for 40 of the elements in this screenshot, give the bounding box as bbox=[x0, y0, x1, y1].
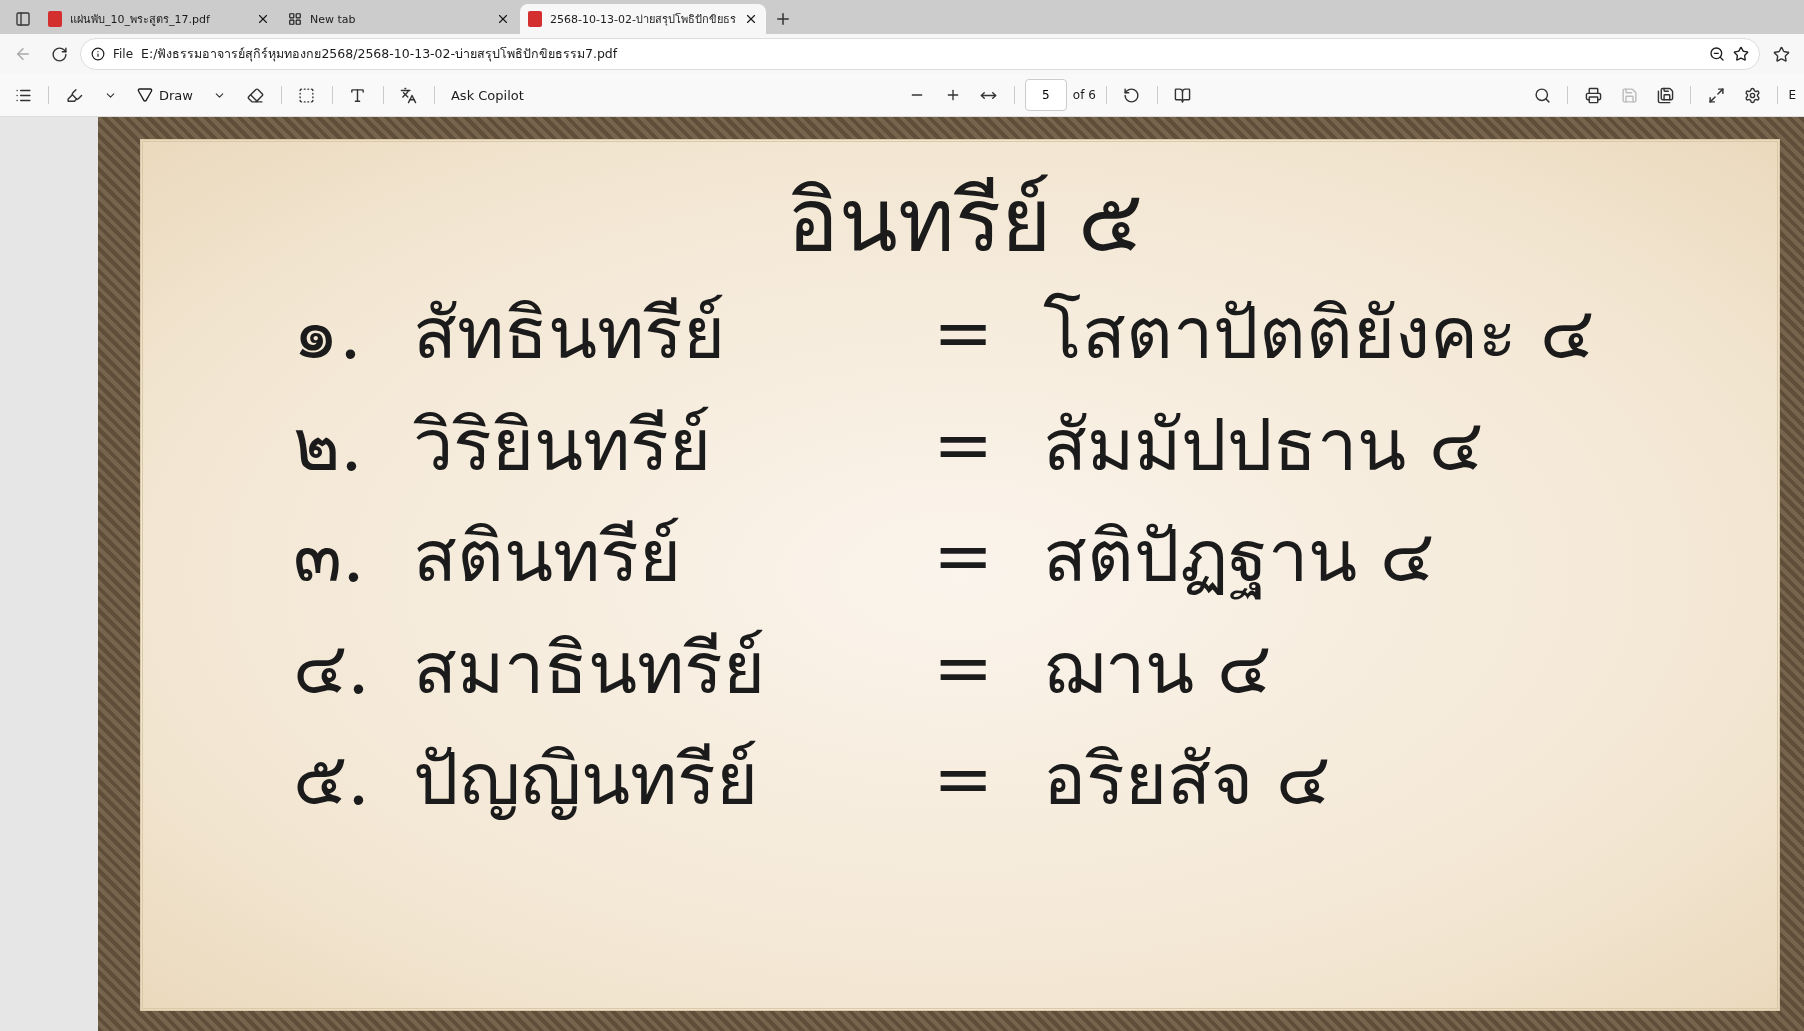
equals-sign: = bbox=[933, 290, 995, 378]
item-term: ปัญญินทรีย์ bbox=[413, 736, 759, 824]
page-number-field[interactable]: 5 bbox=[1024, 79, 1067, 111]
new-tab-icon bbox=[288, 12, 302, 26]
pdf-file-icon bbox=[48, 11, 62, 27]
browser-tab[interactable]: New tab bbox=[280, 4, 518, 34]
browser-tab[interactable]: 2568-10-13-02-บ่ายสรุปโพธิปักขิยธร bbox=[520, 4, 766, 34]
cut-off-text: E bbox=[1788, 88, 1796, 102]
star-icon[interactable] bbox=[1733, 46, 1749, 62]
zoom-out-icon[interactable] bbox=[1709, 46, 1725, 62]
ask-copilot-button[interactable]: Ask Copilot bbox=[444, 83, 530, 107]
item-meaning: สัมมัปปธาน ๔ bbox=[1043, 401, 1484, 489]
item-term: สัทธินทรีย์ bbox=[413, 290, 726, 378]
equals-sign: = bbox=[933, 624, 995, 712]
item-number: ๕. bbox=[293, 736, 371, 824]
item-meaning: อริยสัจ ๔ bbox=[1043, 736, 1331, 824]
equals-sign: = bbox=[933, 513, 995, 601]
item-number: ๑. bbox=[293, 290, 363, 378]
item-term: สตินทรีย์ bbox=[413, 513, 682, 601]
info-icon[interactable] bbox=[91, 47, 105, 61]
item-meaning: ฌาน ๔ bbox=[1043, 624, 1272, 712]
pdf-file-icon bbox=[528, 11, 542, 27]
item-number: ๔. bbox=[293, 624, 371, 712]
equals-sign: = bbox=[933, 401, 995, 489]
scheme-label: File bbox=[113, 47, 134, 61]
item-number: ๓. bbox=[293, 513, 366, 601]
equals-sign: = bbox=[933, 736, 995, 824]
item-term: วิริยินทรีย์ bbox=[413, 401, 712, 489]
browser-tab[interactable]: แผ่นพับ_10_พระสูตร_17.pdf bbox=[40, 4, 278, 34]
item-term: สมาธินทรีย์ bbox=[413, 624, 766, 712]
address-field[interactable]: File E:/ฟังธรรมอาจารย์สุกิร์หุมทองกย2568/2568-10-13-02-บ่ายสรุปโพธิปักขิยธรรม7.pdf bbox=[80, 38, 1760, 70]
close-icon[interactable] bbox=[496, 12, 510, 26]
close-icon[interactable] bbox=[256, 12, 270, 26]
page-title: อินทรีย์ ๕ bbox=[785, 169, 1145, 272]
item-meaning: โสตาปัตติยังคะ ๔ bbox=[1043, 290, 1595, 378]
item-meaning: สติปัฏฐาน ๔ bbox=[1043, 513, 1435, 602]
draw-button[interactable]: Draw bbox=[131, 83, 199, 107]
item-number: ๒. bbox=[293, 401, 364, 489]
url-text: E:/ฟังธรรมอาจารย์สุกิร์หุมทองกย2568/2568-10-13-02-บ่ายสรุปโพธิปักขิยธรรม7.pdf bbox=[141, 45, 619, 64]
page-count: of 6 bbox=[1072, 88, 1096, 102]
